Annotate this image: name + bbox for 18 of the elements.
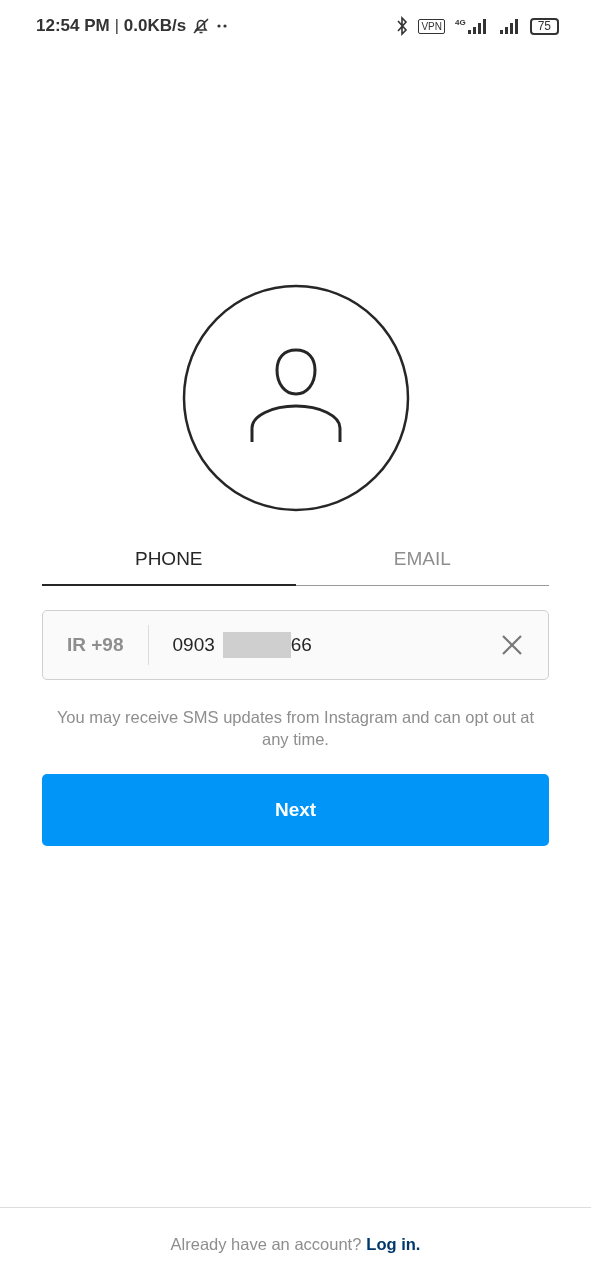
signal-icon: [465, 18, 488, 34]
phone-number-field[interactable]: IR +98 0903 66: [42, 610, 549, 680]
more-dots-icon: [216, 23, 229, 29]
tab[interactable]: PHONE: [42, 534, 296, 586]
sms-notice: You may receive SMS updates from Instagram and can opt out at any time.: [55, 707, 536, 750]
profile-avatar-icon: [181, 284, 410, 512]
network-speed: 0.0KB/s: [123, 16, 187, 36]
network-type: 4G: [454, 18, 466, 27]
signal-icon: [497, 18, 520, 34]
separator: |: [114, 17, 119, 35]
login-prompt: Already have an account?: [170, 1234, 362, 1254]
login-link[interactable]: Log in.: [366, 1234, 421, 1254]
bell-off-icon: [191, 16, 212, 36]
vpn-indicator: VPN: [418, 18, 445, 34]
battery-indicator: 75: [529, 17, 559, 35]
clear-icon[interactable]: [500, 633, 524, 657]
clock-time: 12:54 PM: [36, 16, 110, 36]
bluetooth-icon: [396, 16, 409, 36]
